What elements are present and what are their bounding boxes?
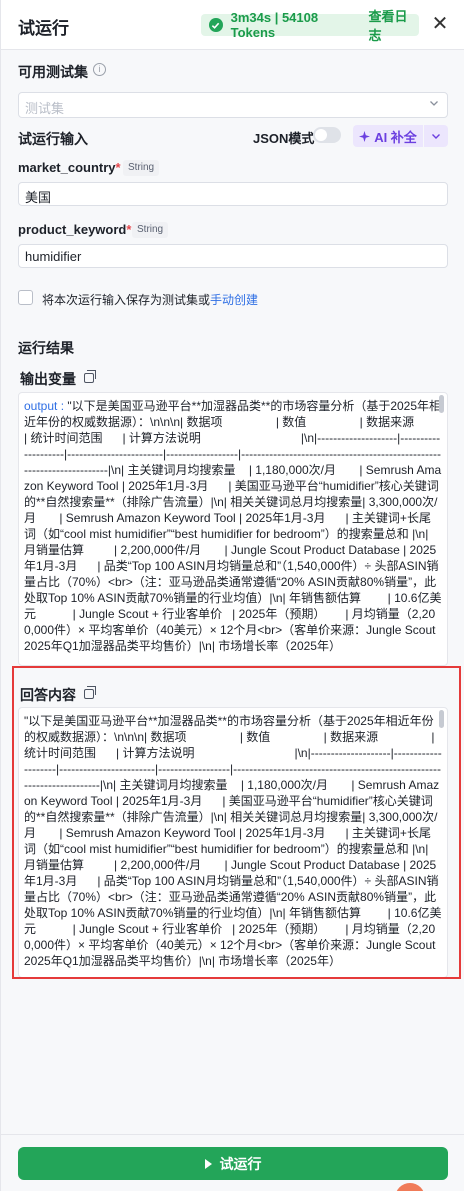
play-icon: [204, 1158, 212, 1169]
output-variable-content: output : "以下是美国亚马逊平台**加湿器品类**的市场容量分析（基于2…: [24, 398, 442, 654]
ai-fill-dropdown[interactable]: [424, 125, 448, 147]
save-text-label: 将本次运行输入保存为测试集或: [42, 293, 211, 307]
test-set-label: 可用测试集: [18, 64, 88, 80]
panel-header: 试运行 3m34s | 54108 Tokens 查看日志 ✕: [1, 0, 464, 50]
test-set-placeholder: 测试集: [25, 101, 65, 116]
market-country-input[interactable]: 美国: [18, 182, 448, 206]
field-name-market-country: market_country*: [18, 160, 121, 175]
check-circle-icon: [209, 18, 223, 32]
output-variable-box[interactable]: output : "以下是美国亚马逊平台**加湿器品类**的市场容量分析（基于2…: [18, 392, 448, 666]
run-input-label: 试运行输入: [18, 131, 88, 147]
json-mode-toggle[interactable]: [313, 127, 341, 143]
output-colon: :: [57, 399, 68, 413]
required-mark: *: [115, 160, 121, 175]
view-log-link[interactable]: 查看日志: [368, 6, 419, 44]
results-label: 运行结果: [18, 340, 74, 356]
chevron-down-icon: [432, 134, 440, 139]
output-variable-label: 输出变量: [20, 371, 76, 387]
save-as-test-set-text: 将本次运行输入保存为测试集或手动创建: [42, 291, 258, 308]
product-keyword-input[interactable]: humidifier: [18, 244, 448, 268]
toggle-knob: [315, 129, 327, 141]
run-stats: 3m34s | 54108 Tokens: [230, 10, 319, 40]
test-run-panel: 试运行 3m34s | 54108 Tokens 查看日志 ✕ 可用测试集 i …: [0, 0, 464, 1191]
field-name-product-keyword: product_keyword*: [18, 222, 131, 237]
manual-create-link[interactable]: 手动创建: [210, 293, 258, 307]
answer-highlight-frame: [12, 666, 461, 979]
required-mark: *: [126, 222, 132, 237]
test-run-button-label: 试运行: [219, 1155, 262, 1172]
ai-fill-button[interactable]: AI 补全: [353, 125, 423, 147]
info-icon[interactable]: i: [93, 63, 106, 76]
type-tag: String: [132, 222, 169, 238]
test-set-select[interactable]: 测试集: [18, 92, 448, 118]
ai-fill-label: AI 补全: [374, 129, 417, 145]
run-status-badge: 3m34s | 54108 Tokens 查看日志: [201, 9, 419, 43]
output-value: "以下是美国亚马逊平台**加湿器品类**的市场容量分析（基于2025年相近年份的…: [24, 399, 442, 653]
scrollbar-thumb[interactable]: [439, 395, 444, 413]
type-tag: String: [123, 160, 160, 176]
copy-icon[interactable]: [84, 370, 96, 383]
json-mode-label: JSON模式: [253, 131, 315, 146]
test-run-button[interactable]: 试运行: [18, 1147, 448, 1180]
sparkle-icon: [359, 130, 371, 142]
close-icon[interactable]: ✕: [431, 14, 449, 34]
panel-title: 试运行: [18, 19, 69, 38]
save-as-test-set-checkbox[interactable]: [18, 290, 33, 305]
field-name-text: product_keyword: [18, 222, 127, 237]
chevron-down-icon: [430, 101, 438, 106]
output-key: output: [24, 399, 58, 413]
field-name-text: market_country: [18, 160, 116, 175]
